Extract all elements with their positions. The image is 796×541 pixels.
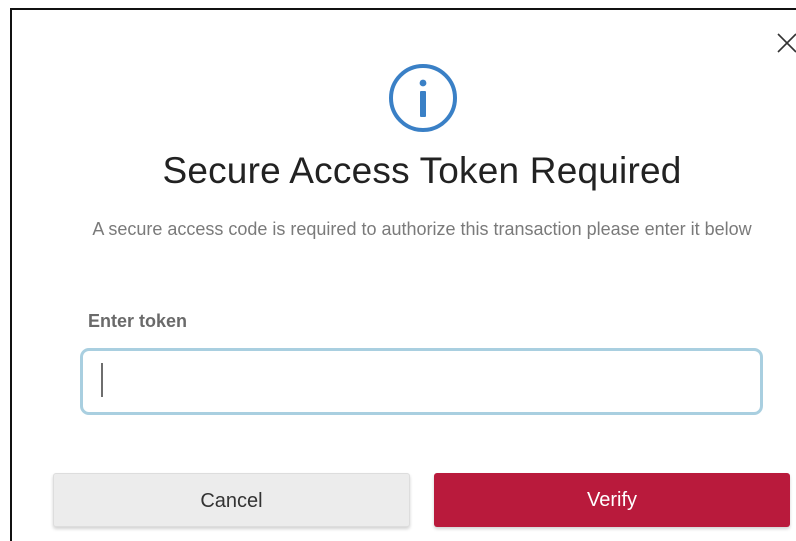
text-cursor	[101, 363, 103, 397]
verify-button[interactable]: Verify	[434, 473, 790, 527]
info-icon	[388, 63, 458, 133]
token-input[interactable]	[80, 348, 763, 415]
close-icon	[777, 33, 796, 53]
cancel-button[interactable]: Cancel	[53, 473, 410, 527]
secure-access-dialog: Secure Access Token Required A secure ac…	[10, 8, 796, 541]
close-button[interactable]	[776, 32, 796, 54]
token-field-label: Enter token	[88, 311, 188, 331]
dialog-title: Secure Access Token Required	[162, 150, 682, 191]
dialog-message: A secure access code is required to auth…	[92, 219, 752, 239]
